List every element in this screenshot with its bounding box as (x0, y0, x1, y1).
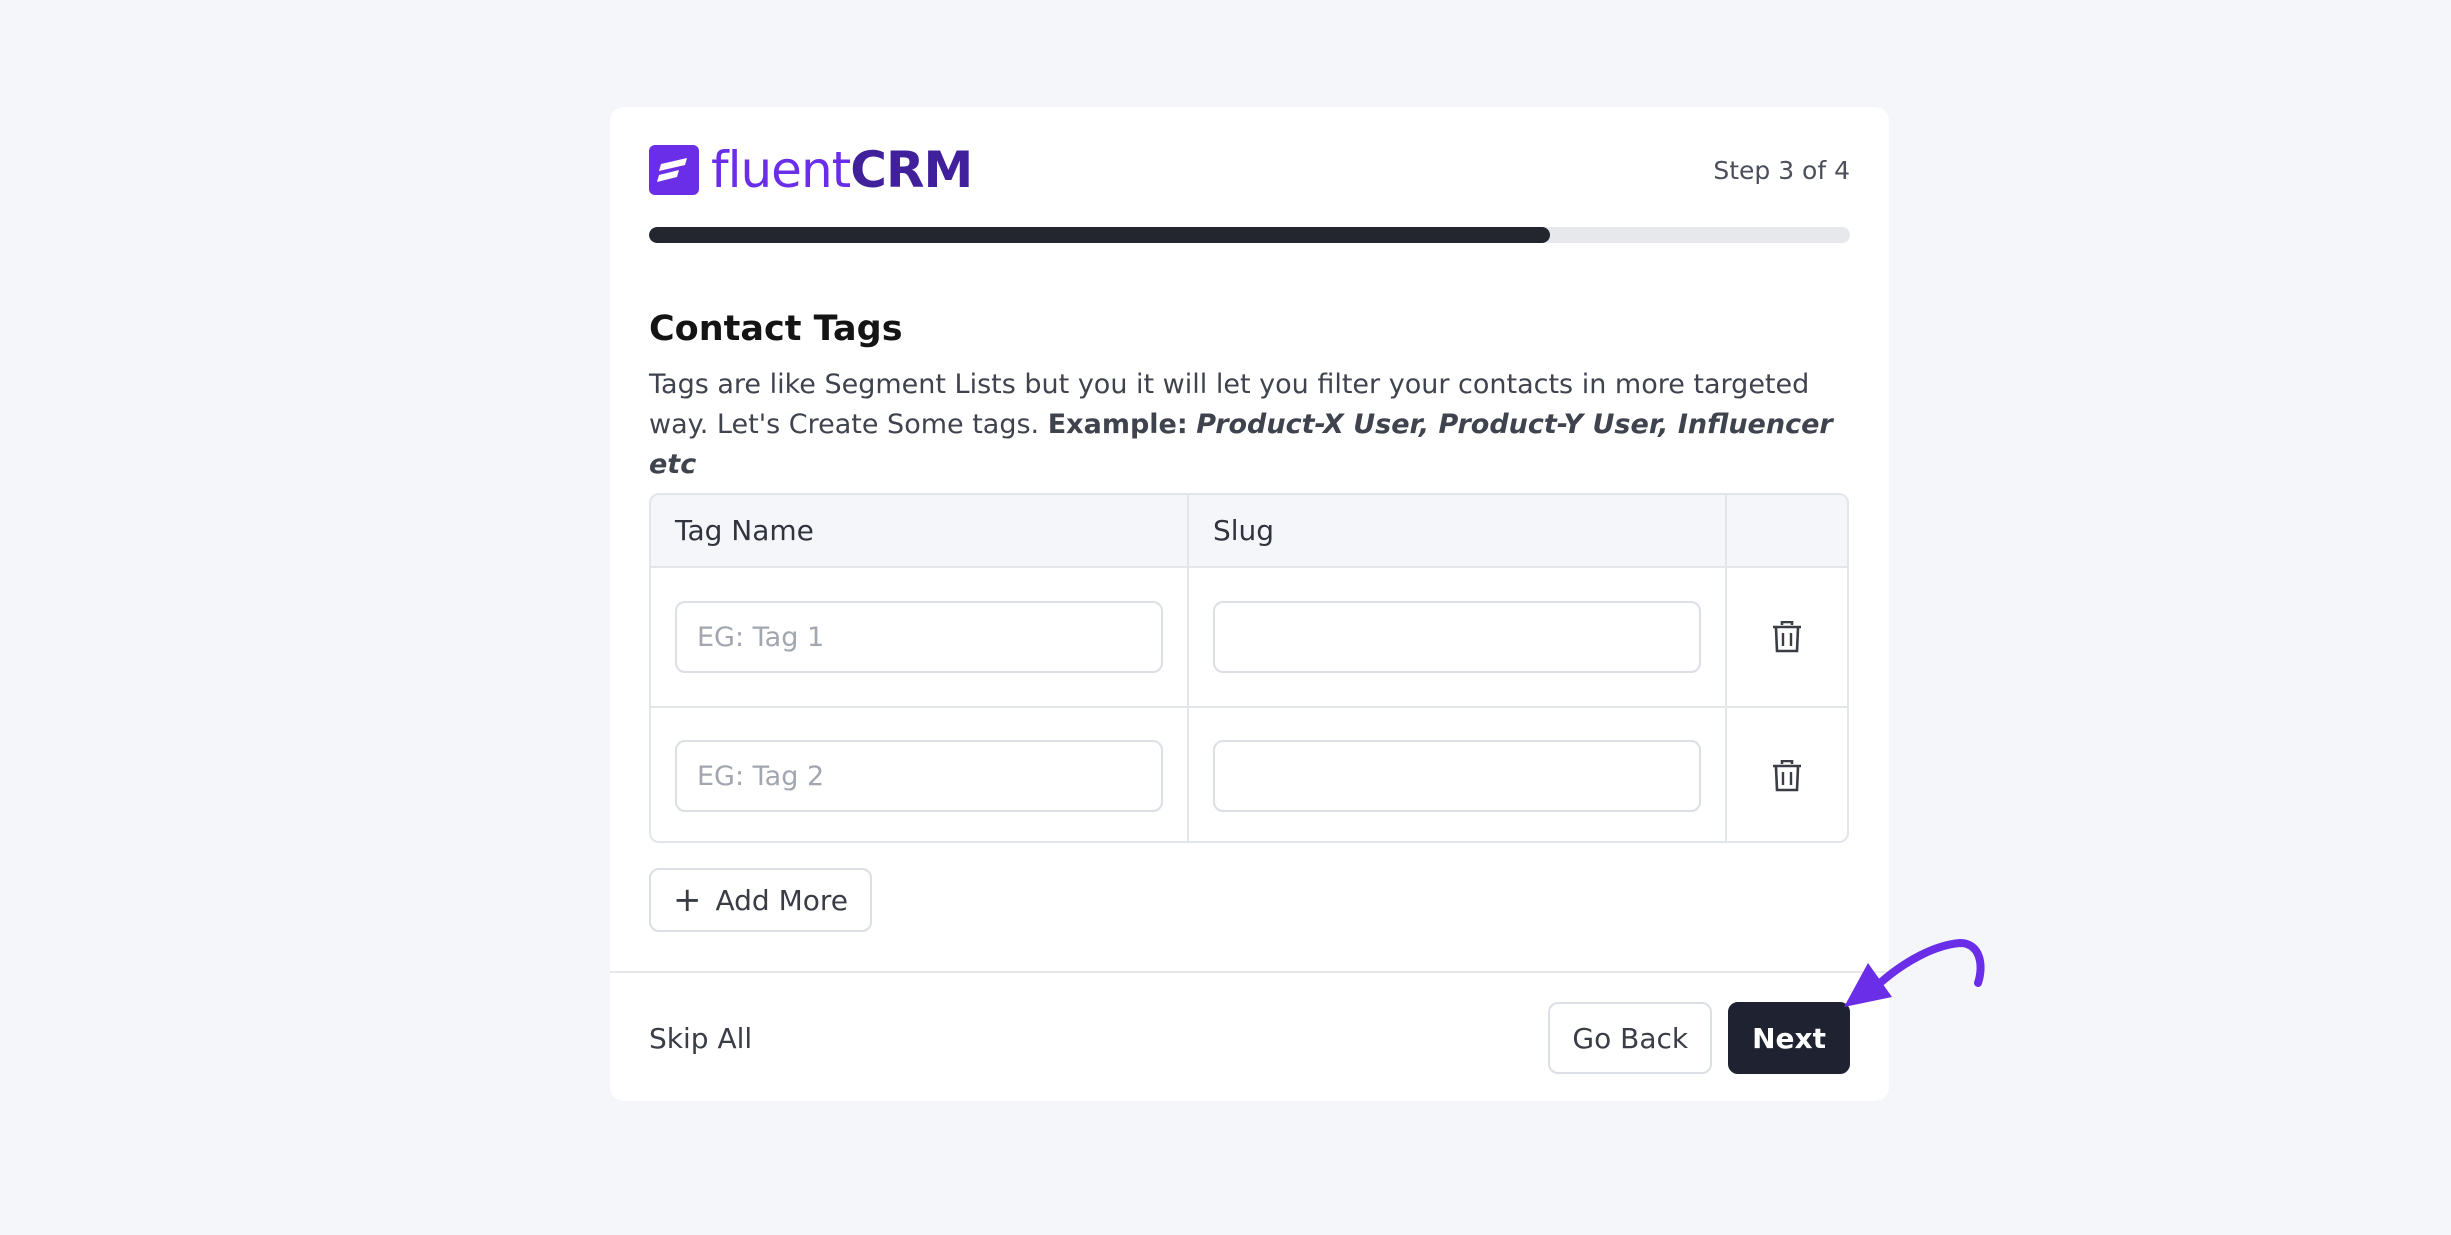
fluentcrm-logo-icon (649, 145, 699, 195)
slug-cell (1189, 568, 1727, 706)
tag-name-input[interactable] (675, 740, 1163, 812)
example-label: Example: (1047, 409, 1188, 440)
fluentcrm-logo: fluentCRM (649, 145, 973, 195)
slug-cell (1189, 708, 1727, 841)
column-header-tag-name: Tag Name (651, 495, 1189, 566)
trash-icon[interactable] (1767, 617, 1807, 657)
add-more-button[interactable]: + Add More (649, 868, 873, 932)
tag-name-cell (651, 708, 1189, 841)
section-description: Tags are like Segment Lists but you it w… (649, 365, 1850, 485)
delete-cell (1727, 568, 1847, 706)
logo-text-light: fluent (711, 141, 851, 199)
footer: Skip All Go Back Next (649, 1002, 1850, 1074)
delete-cell (1727, 708, 1847, 841)
go-back-button[interactable]: Go Back (1548, 1002, 1713, 1074)
tag-name-cell (651, 568, 1189, 706)
add-more-label: Add More (715, 883, 849, 917)
onboarding-card: fluentCRM Step 3 of 4 Contact Tags Tags … (610, 107, 1889, 1101)
table-header: Tag Name Slug (651, 495, 1847, 568)
logo-text-bold: CRM (850, 141, 973, 199)
trash-icon[interactable] (1767, 756, 1807, 796)
column-header-actions (1727, 495, 1847, 566)
table-row (651, 706, 1847, 841)
tags-table: Tag Name Slug (649, 493, 1849, 843)
slug-input[interactable] (1213, 740, 1701, 812)
section-title: Contact Tags (649, 309, 903, 349)
plus-icon: + (673, 880, 702, 920)
header: fluentCRM Step 3 of 4 (649, 145, 1850, 195)
tag-name-input[interactable] (675, 601, 1163, 673)
table-row (651, 568, 1847, 706)
step-indicator: Step 3 of 4 (1713, 155, 1850, 185)
footer-divider (610, 971, 1889, 973)
progress-bar-fill (649, 227, 1550, 243)
slug-input[interactable] (1213, 601, 1701, 673)
skip-all-link[interactable]: Skip All (649, 1022, 752, 1055)
next-button[interactable]: Next (1728, 1002, 1850, 1074)
progress-bar (649, 227, 1850, 243)
column-header-slug: Slug (1189, 495, 1727, 566)
footer-actions: Go Back Next (1548, 1002, 1850, 1074)
logo-text: fluentCRM (711, 145, 973, 195)
